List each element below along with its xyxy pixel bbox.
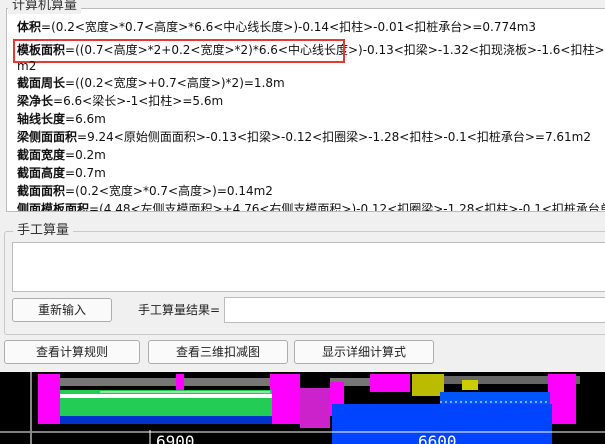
dimension-label-6900: 6900 [156, 432, 195, 444]
calc-line-section-area: 截面面积=(0.2<宽度>*0.7<高度>)=0.14m2 [17, 184, 273, 198]
calc-line-side-area: 梁侧面面积=9.24<原始侧面面积>-0.13<扣梁>-0.12<扣圈梁>-1.… [17, 130, 591, 144]
manual-input-area[interactable] [12, 242, 605, 292]
calc-line-unit: m2 [17, 59, 37, 73]
calc-line-section-width: 截面宽度=0.2m [17, 148, 106, 162]
computer-calc-group: 体积=(0.2<宽度>*0.7<高度>*6.6<中心线长度>)-0.14<扣柱>… [0, 0, 605, 212]
calc-line-section-height: 截面高度=0.7m [17, 166, 106, 180]
highlight-box [13, 39, 345, 63]
calc-line-net-length: 梁净长=6.6<梁长>-1<扣柱>=5.6m [17, 94, 224, 108]
dimension-label-6600: 6600 [418, 432, 457, 444]
manual-result-field[interactable] [224, 297, 605, 323]
calc-line-side-formwork: 侧面模板面积=(4.48<左侧支模面积>+4.76<右侧支模面积>)-0.12<… [17, 202, 605, 212]
manual-result-label: 手工算量结果= [138, 303, 221, 317]
reenter-button[interactable]: 重新输入 [12, 298, 112, 322]
computer-calc-title: 计算机算量 [8, 0, 82, 14]
show-detail-formula-button[interactable]: 显示详细计算式 [294, 340, 434, 364]
manual-calc-title: 手工算量 [13, 223, 74, 239]
calculation-dialog: 体积=(0.2<宽度>*0.7<高度>*6.6<中心线长度>)-0.14<扣柱>… [0, 0, 605, 372]
calc-line-axis-length: 轴线长度=6.6m [17, 112, 106, 126]
calc-line-perimeter: 截面周长=((0.2<宽度>+0.7<高度>)*2)=1.8m [17, 76, 285, 90]
calc-text-area[interactable]: 体积=(0.2<宽度>*0.7<高度>*6.6<中心线长度>)-0.14<扣柱>… [6, 8, 605, 212]
cad-drawing [0, 372, 605, 444]
view-3d-deduction-button[interactable]: 查看三维扣减图 [148, 340, 288, 364]
view-rules-button[interactable]: 查看计算规则 [4, 340, 140, 364]
cad-drawing-area[interactable]: 6900 6600 [0, 372, 605, 444]
calc-line-volume: 体积=(0.2<宽度>*0.7<高度>*6.6<中心线长度>)-0.14<扣柱>… [17, 20, 537, 34]
